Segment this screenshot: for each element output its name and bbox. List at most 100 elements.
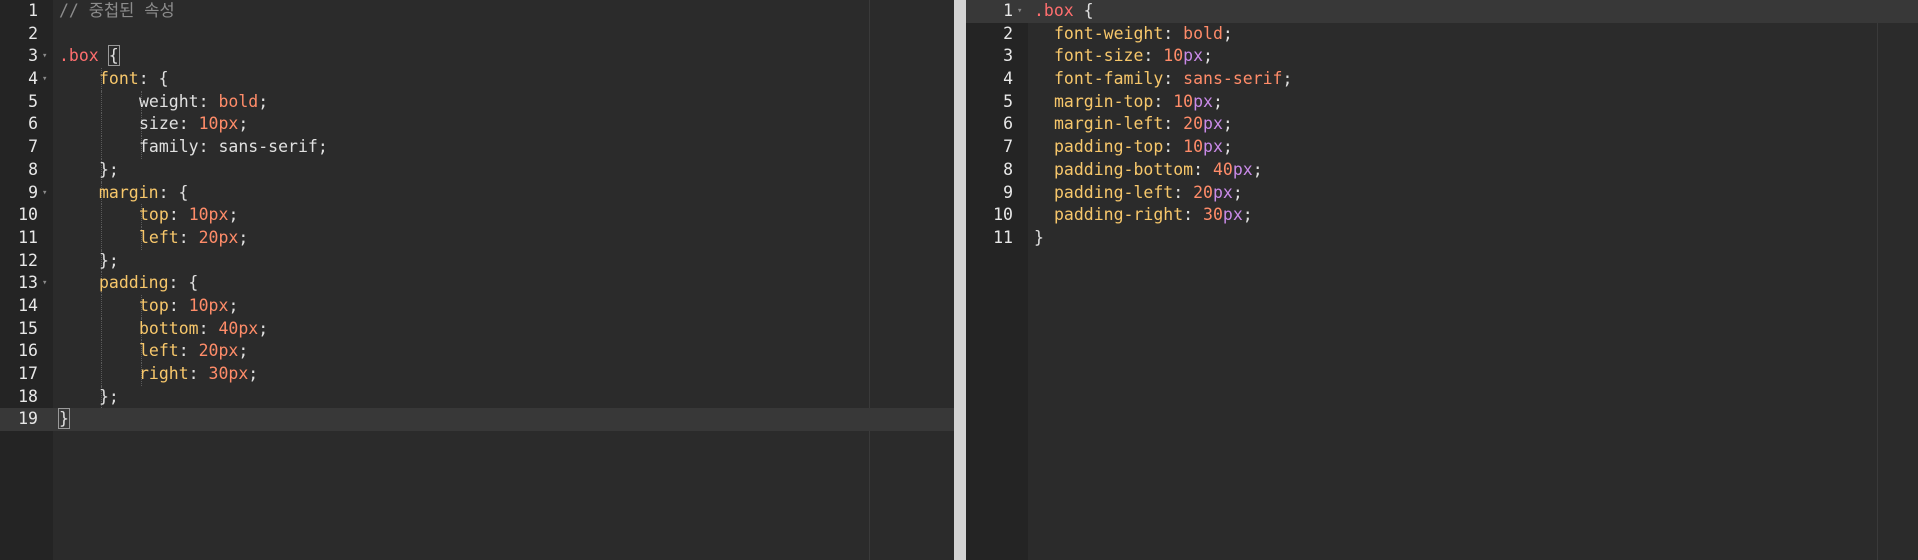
code-text[interactable]: font-weight: bold;	[1034, 23, 1233, 46]
right-code-lines[interactable]: 1 ▾ .box {2 font-weight: bold; 3 font-size: 1…	[966, 0, 1918, 250]
code-line[interactable]: 3 ▾ .box {	[0, 45, 954, 68]
code-text[interactable]: weight: bold;	[59, 91, 268, 114]
token-selector: .box	[1034, 1, 1074, 20]
token-punct: ;	[1222, 137, 1233, 157]
code-text[interactable]: margin-left: 20px;	[1034, 113, 1233, 136]
code-text[interactable]: .box {	[1034, 0, 1094, 23]
code-line[interactable]: 11 left: 20px;	[0, 226, 954, 250]
code-line[interactable]: 2 font-weight: bold;	[966, 23, 1918, 46]
left-code-lines[interactable]: 1// 중첩된 속성 2 3 ▾ .box {4 ▾ font: {5 weight: bol…	[0, 0, 954, 432]
line-number: 8	[28, 159, 38, 179]
fold-toggle-icon[interactable]: ▾	[42, 182, 47, 205]
code-line[interactable]: 10 top: 10px;	[0, 204, 954, 227]
code-line[interactable]: 10 padding-right: 30px;	[966, 204, 1918, 227]
code-line[interactable]: 13 ▾ padding: {	[0, 272, 954, 295]
code-line[interactable]: 8};	[0, 158, 954, 182]
token-prop: font	[99, 69, 139, 89]
code-line[interactable]: 12};	[0, 249, 954, 273]
line-number: 4	[28, 69, 38, 89]
code-text[interactable]: font-family: sans-serif;	[1034, 68, 1292, 91]
code-line[interactable]: 19}	[0, 408, 954, 432]
code-text[interactable]: margin: {	[59, 182, 188, 205]
code-text[interactable]: }	[58, 408, 70, 431]
code-line[interactable]: 4 font-family: sans-serif;	[966, 68, 1918, 91]
code-line[interactable]: 8 padding-bottom: 40px;	[966, 159, 1918, 182]
code-text[interactable]: top: 10px;	[59, 204, 238, 227]
code-line[interactable]: 14 top: 10px;	[0, 294, 954, 318]
code-text[interactable]: }	[1034, 227, 1044, 250]
code-line[interactable]: 9 ▾ margin: {	[0, 181, 954, 205]
token-punct: ;	[317, 137, 328, 157]
code-line[interactable]: 6 margin-left: 20px;	[966, 113, 1918, 136]
code-text[interactable]: padding-right: 30px;	[1034, 204, 1253, 227]
token-punct: {	[1073, 1, 1094, 20]
token-punct: :	[1163, 23, 1184, 43]
code-text[interactable]: family: sans-serif;	[59, 136, 328, 159]
code-line[interactable]: 2	[0, 23, 954, 46]
code-text[interactable]: font-size: 10px;	[1034, 45, 1213, 68]
token-prop: bottom	[139, 318, 199, 338]
code-text[interactable]: };	[59, 250, 119, 273]
code-text[interactable]: left: 20px;	[59, 227, 248, 250]
line-number: 17	[18, 364, 38, 383]
code-line[interactable]: 15 bottom: 40px;	[0, 317, 954, 341]
code-line[interactable]: 5 margin-top: 10px;	[966, 91, 1918, 114]
right-editor-pane[interactable]: 1 ▾ .box {2 font-weight: bold; 3 font-size: 1…	[966, 0, 1918, 560]
code-line[interactable]: 9 padding-left: 20px;	[966, 182, 1918, 205]
token-punct: :	[1163, 114, 1184, 134]
code-text[interactable]: // 중첩된 속성	[59, 0, 175, 23]
code-line[interactable]: 3 font-size: 10px;	[966, 45, 1918, 68]
token-punct: :	[198, 318, 219, 338]
token-prop: top	[139, 205, 169, 225]
code-line[interactable]: 1 ▾ .box {	[966, 0, 1918, 23]
code-text[interactable]: padding-top: 10px;	[1034, 136, 1233, 159]
code-line[interactable]: 7 family: sans-serif;	[0, 136, 954, 159]
token-unit: px	[1212, 182, 1233, 202]
code-text[interactable]: top: 10px;	[59, 295, 238, 318]
code-line[interactable]: 18};	[0, 385, 954, 409]
token-punct: :	[168, 205, 189, 225]
code-line[interactable]: 5 weight: bold;	[0, 90, 954, 114]
code-text[interactable]: right: 30px;	[59, 363, 258, 386]
fold-toggle-icon[interactable]: ▾	[42, 68, 47, 91]
code-text[interactable]: padding: {	[59, 272, 198, 295]
code-line[interactable]: 6 size: 10px;	[0, 113, 954, 137]
code-text[interactable]: padding-left: 20px;	[1034, 182, 1243, 205]
left-editor-pane[interactable]: 1// 중첩된 속성 2 3 ▾ .box {4 ▾ font: {5 weight: bol…	[0, 0, 954, 560]
code-line[interactable]: 1 // 중첩된 속성	[0, 0, 954, 23]
line-number: 8	[1003, 159, 1013, 179]
code-text[interactable]: left: 20px;	[59, 340, 248, 363]
token-num: 40	[1212, 159, 1233, 179]
code-line[interactable]: 17 right: 30px;	[0, 363, 954, 386]
token-punct: :	[188, 364, 209, 383]
token-punct: };	[99, 386, 119, 406]
code-text[interactable]: };	[59, 159, 119, 182]
code-line[interactable]: 11}	[966, 227, 1918, 250]
code-text[interactable]: bottom: 40px;	[59, 318, 268, 341]
token-prop: padding	[99, 273, 169, 293]
line-number: 10	[993, 205, 1013, 225]
split-divider[interactable]	[954, 0, 966, 560]
code-text[interactable]: };	[59, 386, 119, 409]
code-line[interactable]: 4 ▾ font: {	[0, 68, 954, 91]
fold-toggle-icon[interactable]: ▾	[42, 272, 47, 295]
code-text[interactable]: padding-bottom: 40px;	[1034, 159, 1263, 182]
token-num: 30	[1203, 205, 1223, 225]
fold-toggle-icon[interactable]: ▾	[1017, 0, 1022, 23]
line-number: 19	[18, 409, 38, 429]
token-prop: padding-left	[1054, 182, 1174, 202]
token-value: sans-serif	[1183, 69, 1283, 89]
token-num: 20	[1183, 114, 1204, 134]
token-punct: {	[107, 45, 120, 67]
code-text[interactable]: font: {	[59, 68, 169, 91]
code-line[interactable]: 7 padding-top: 10px;	[966, 136, 1918, 159]
code-text[interactable]: margin-top: 10px;	[1034, 91, 1223, 114]
code-line[interactable]: 16 left: 20px;	[0, 340, 954, 363]
token-punct: ;	[1252, 159, 1263, 179]
code-text[interactable]: .box {	[59, 45, 120, 68]
fold-toggle-icon[interactable]: ▾	[42, 45, 47, 68]
line-number: 9	[1003, 182, 1013, 202]
token-unit: px	[1193, 91, 1213, 111]
code-text[interactable]: size: 10px;	[59, 113, 248, 136]
